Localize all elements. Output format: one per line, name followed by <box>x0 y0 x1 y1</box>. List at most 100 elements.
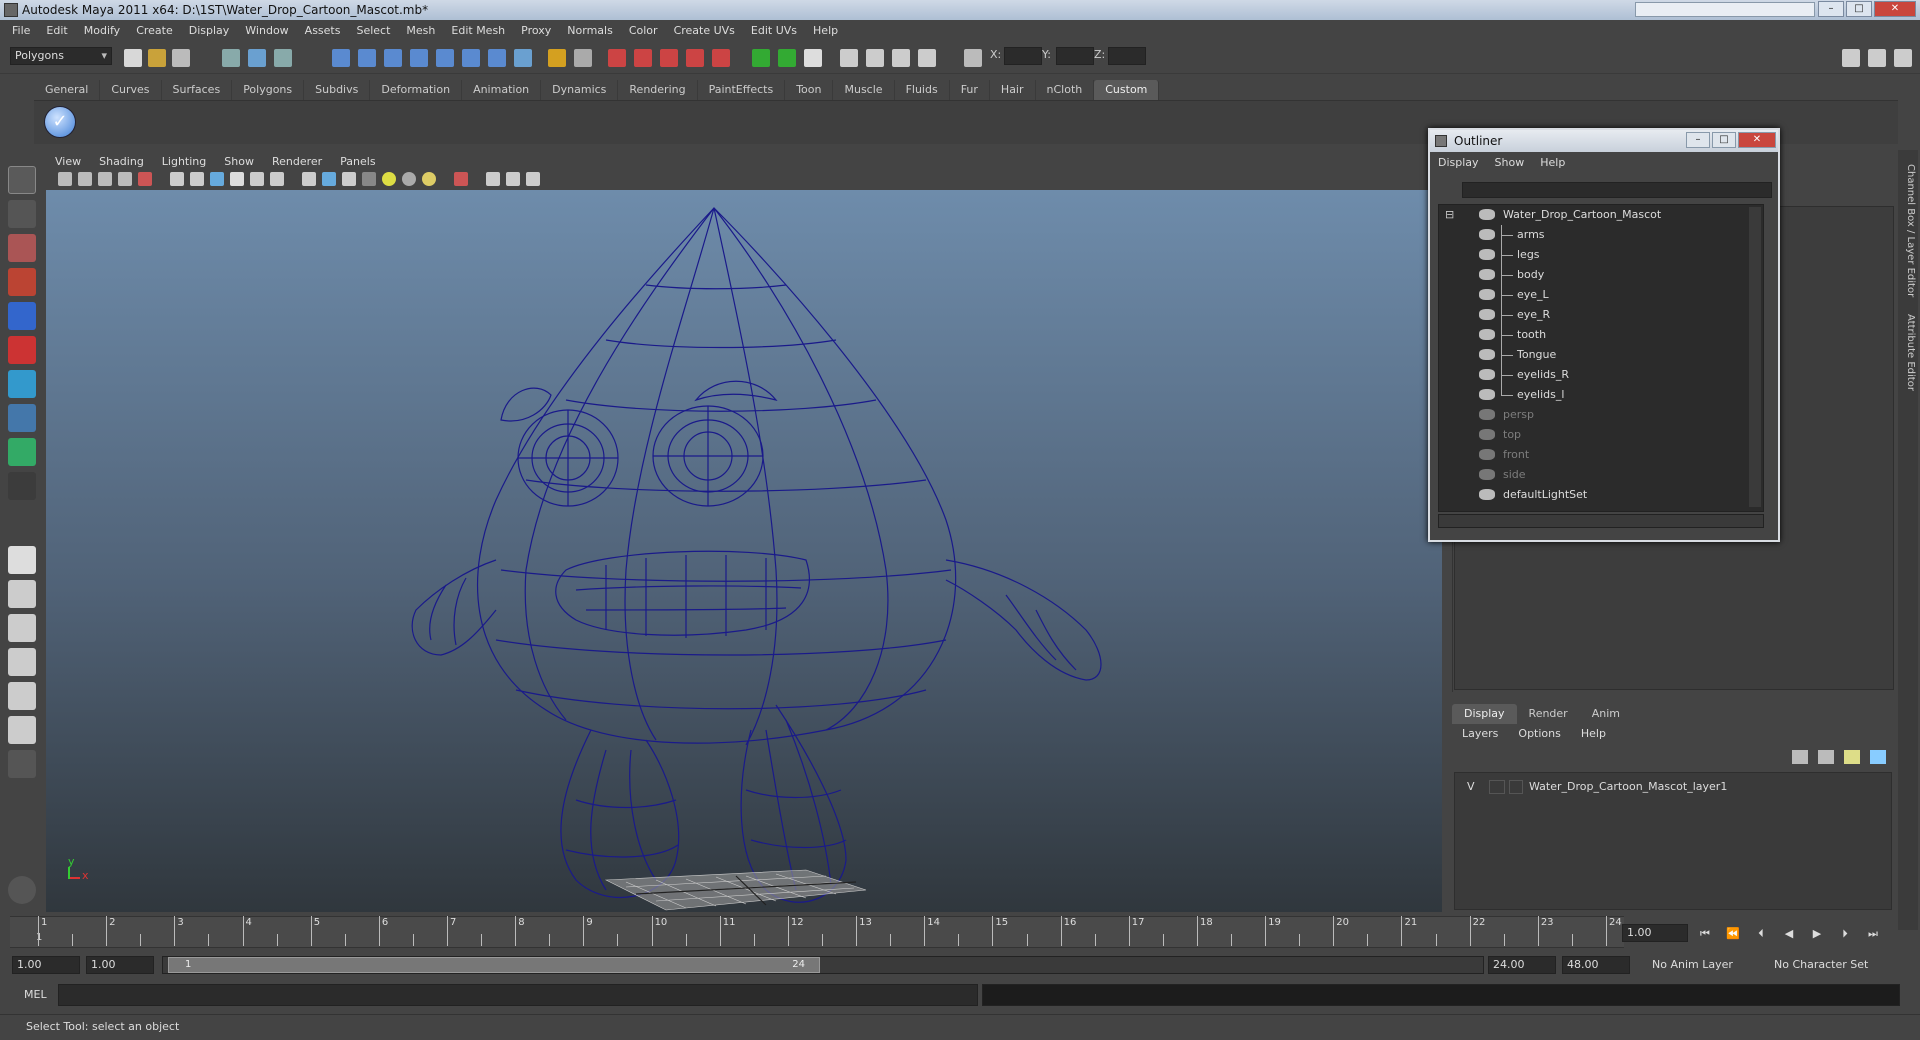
checkmark-icon[interactable]: ✓ <box>44 106 76 138</box>
outliner-item[interactable]: defaultLightSet <box>1439 485 1763 505</box>
viewport-menu-show[interactable]: Show <box>215 155 263 168</box>
tab-muscle[interactable]: Muscle <box>833 80 895 100</box>
lock-icon[interactable] <box>548 49 566 67</box>
attribute-editor-icon[interactable] <box>840 49 858 67</box>
outliner-item[interactable]: tooth <box>1439 325 1763 345</box>
playback-end-field[interactable]: 24.00 <box>1488 956 1556 974</box>
outliner-item[interactable]: front <box>1439 445 1763 465</box>
viewport-menu-lighting[interactable]: Lighting <box>153 155 215 168</box>
input-ops-icon[interactable] <box>752 49 770 67</box>
animation-end-field[interactable]: 48.00 <box>1562 956 1630 974</box>
range-slider-handle[interactable]: 1 24 <box>168 957 820 973</box>
field-chart-icon[interactable] <box>230 172 244 186</box>
minimize-button[interactable]: – <box>1818 1 1844 17</box>
tab-hair[interactable]: Hair <box>990 80 1036 100</box>
render-settings-icon[interactable] <box>660 49 678 67</box>
character-set-selector[interactable]: No Character Set <box>1770 956 1880 974</box>
new-layer-selected-icon[interactable] <box>1818 750 1834 764</box>
resolution-gate-icon[interactable] <box>190 172 204 186</box>
select-component-icon[interactable] <box>274 49 292 67</box>
lasso-tool-icon[interactable] <box>8 200 36 228</box>
play-forwards-icon[interactable]: ▶ <box>1810 928 1824 940</box>
layout-persp-graph-hypergraph-icon[interactable] <box>8 716 36 744</box>
new-scene-icon[interactable] <box>124 49 142 67</box>
snap-point-icon[interactable] <box>384 49 402 67</box>
manipulator-tool-icon[interactable] <box>8 370 36 398</box>
tab-painteffects[interactable]: PaintEffects <box>698 80 786 100</box>
layer-row[interactable]: V Water_Drop_Cartoon_Mascot_layer1 <box>1457 777 1889 797</box>
menu-display[interactable]: Display <box>181 24 238 37</box>
outliner-item[interactable]: Tongue <box>1439 345 1763 365</box>
ipr-render-icon[interactable] <box>634 49 652 67</box>
x-field[interactable] <box>1004 47 1042 65</box>
render-current-icon[interactable] <box>608 49 626 67</box>
mel-input[interactable] <box>58 984 978 1006</box>
go-to-end-icon[interactable]: ⏭ <box>1866 928 1880 940</box>
tool-settings-icon[interactable] <box>866 49 884 67</box>
tab-deformation[interactable]: Deformation <box>370 80 463 100</box>
move-tool-icon[interactable] <box>8 268 36 296</box>
show-manipulator-icon[interactable] <box>8 438 36 466</box>
gate-mask-icon[interactable] <box>210 172 224 186</box>
layout-single-pane-icon[interactable] <box>8 546 36 574</box>
xray-icon[interactable] <box>486 172 500 186</box>
tab-polygons[interactable]: Polygons <box>232 80 305 100</box>
transform-mode-icon[interactable] <box>964 49 982 67</box>
new-layer-icon[interactable] <box>1792 750 1808 764</box>
camera-attributes-icon[interactable] <box>78 172 92 186</box>
backface-culling-icon[interactable] <box>526 172 540 186</box>
tab-toon[interactable]: Toon <box>785 80 834 100</box>
layer-menu-help[interactable]: Help <box>1571 724 1616 744</box>
animation-start-field[interactable]: 1.00 <box>12 956 80 974</box>
layer-editor-icon[interactable] <box>892 49 910 67</box>
image-plane-icon[interactable] <box>118 172 132 186</box>
close-button[interactable]: ✕ <box>1874 1 1916 17</box>
bookmark-icon[interactable] <box>98 172 112 186</box>
viewport-menu-shading[interactable]: Shading <box>90 155 153 168</box>
step-back-frame-icon[interactable]: ⏴ <box>1754 928 1768 940</box>
layer-color-swatch[interactable] <box>1509 780 1523 794</box>
menu-select[interactable]: Select <box>348 24 398 37</box>
menu-proxy[interactable]: Proxy <box>513 24 559 37</box>
tab-custom[interactable]: Custom <box>1094 80 1160 100</box>
make-live-icon[interactable] <box>436 49 454 67</box>
snap-plane-icon[interactable] <box>410 49 428 67</box>
mel-label[interactable]: MEL <box>24 988 47 1001</box>
viewport-menu-renderer[interactable]: Renderer <box>263 155 331 168</box>
camera-select-icon[interactable] <box>58 172 72 186</box>
save-scene-icon[interactable] <box>172 49 190 67</box>
tab-fluids[interactable]: Fluids <box>895 80 950 100</box>
outliner-item[interactable]: body <box>1439 265 1763 285</box>
layout-four-pane-icon[interactable] <box>8 580 36 608</box>
open-scene-icon[interactable] <box>148 49 166 67</box>
current-frame-field[interactable]: 1.00 <box>1622 924 1688 942</box>
layer-menu-options[interactable]: Options <box>1508 724 1570 744</box>
outliner-menu-help[interactable]: Help <box>1532 156 1573 169</box>
perspective-viewport[interactable] <box>46 190 1442 912</box>
select-highlight-icon[interactable] <box>574 49 592 67</box>
outliner-filter-input[interactable] <box>1462 182 1772 198</box>
outliner-horizontal-scrollbar[interactable] <box>1438 514 1764 528</box>
layer-tab-anim[interactable]: Anim <box>1580 704 1632 724</box>
outliner-item[interactable]: eyelids_l <box>1439 385 1763 405</box>
shadows-icon[interactable] <box>422 172 436 186</box>
snap-curve-icon[interactable] <box>358 49 376 67</box>
layer-tab-display[interactable]: Display <box>1452 704 1517 724</box>
tab-dynamics[interactable]: Dynamics <box>541 80 619 100</box>
scale-tool-icon[interactable] <box>8 336 36 364</box>
tab-animation[interactable]: Animation <box>462 80 542 100</box>
layer-tab-render[interactable]: Render <box>1517 704 1580 724</box>
outliner-item[interactable]: persp <box>1439 405 1763 425</box>
history-icon[interactable] <box>462 49 480 67</box>
y-field[interactable] <box>1056 47 1094 65</box>
wireframe-icon[interactable] <box>302 172 316 186</box>
step-forward-frame-icon[interactable]: ⏵ <box>1838 928 1852 940</box>
construction-icon[interactable] <box>488 49 506 67</box>
menu-create-uvs[interactable]: Create UVs <box>666 24 743 37</box>
select-object-icon[interactable] <box>248 49 266 67</box>
tab-fur[interactable]: Fur <box>950 80 990 100</box>
help-search-input[interactable] <box>1635 2 1815 17</box>
outliner-item[interactable]: legs <box>1439 245 1763 265</box>
last-tool-icon[interactable] <box>8 472 36 500</box>
z-field[interactable] <box>1108 47 1146 65</box>
